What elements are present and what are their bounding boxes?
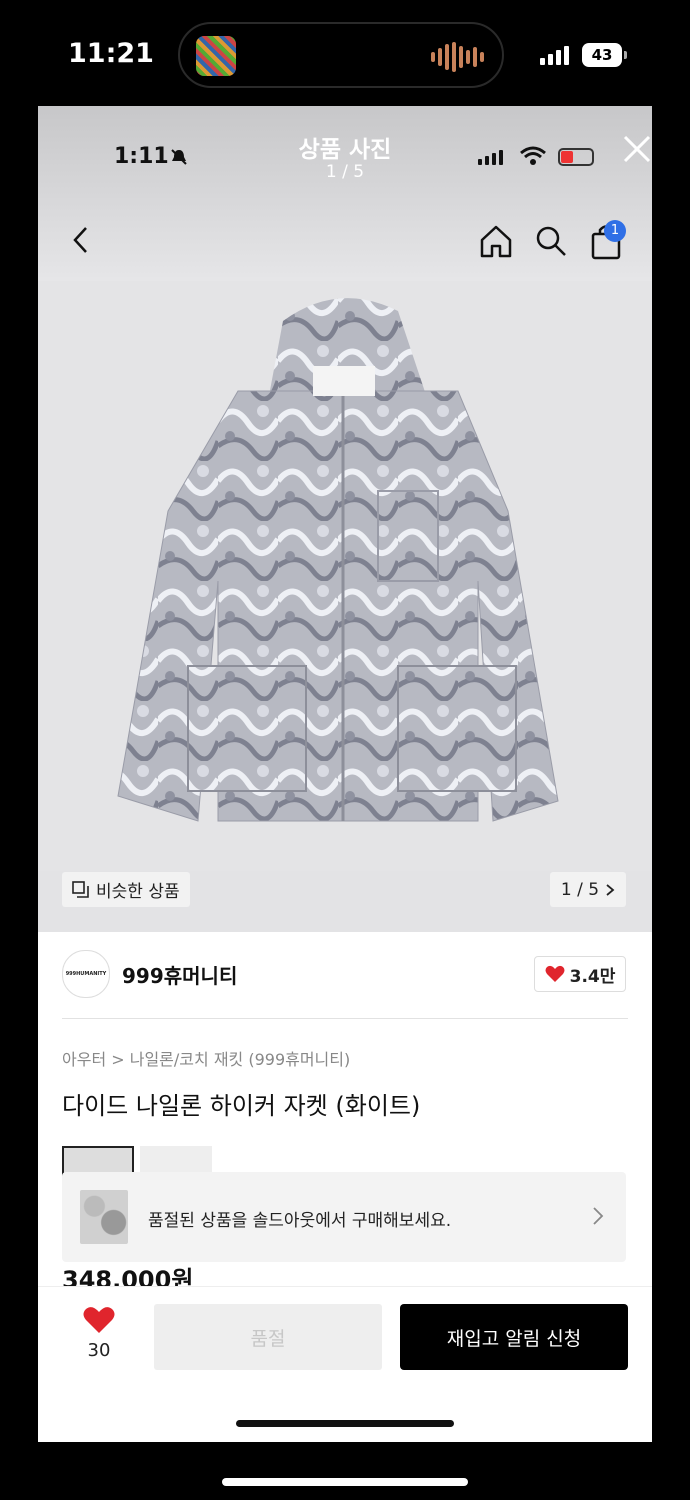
viewer-title: 상품 사진 (298, 137, 392, 163)
divider (62, 1018, 628, 1019)
search-icon[interactable] (534, 224, 568, 258)
gallery-pager-button[interactable]: 1 / 5 (550, 872, 626, 907)
soldout-button[interactable]: 품절 (154, 1304, 382, 1370)
soldout-promo-banner[interactable]: 품절된 상품을 솔드아웃에서 구매해보세요. (62, 1172, 626, 1262)
app-screenshot: 1:11 상품 사진 1 / 5 1 비슷한 상품 1 / 5 999HUMAN… (38, 106, 652, 1442)
banner-product-thumb (80, 1190, 128, 1244)
viewer-counter: 1 / 5 (325, 162, 365, 182)
heart-icon (545, 965, 565, 982)
jacket-image (117, 298, 559, 822)
heart-filled-icon (83, 1307, 115, 1333)
wishlist-button[interactable]: 30 (78, 1306, 120, 1361)
device-clock: 11:21 (68, 38, 154, 69)
device-battery-icon: 43 (582, 43, 627, 67)
similar-products-label: 비슷한 상품 (96, 882, 180, 902)
brand-link[interactable]: 999HUMANITY 999휴머니티 (62, 950, 237, 998)
back-icon[interactable] (70, 224, 92, 256)
home-icon[interactable] (478, 224, 514, 258)
cart-count-badge: 1 (604, 220, 626, 242)
product-image[interactable] (38, 281, 652, 871)
restock-alert-button[interactable]: 재입고 알림 신청 (400, 1304, 628, 1370)
inner-home-indicator (236, 1420, 454, 1427)
chevron-right-icon (606, 883, 615, 896)
brand-like-button[interactable]: 3.4만 (534, 956, 626, 992)
product-title: 다이드 나일론 하이커 자켓 (화이트) (62, 1092, 421, 1120)
brand-logo: 999HUMANITY (62, 950, 110, 998)
soldout-promo-text: 품절된 상품을 솔드아웃에서 구매해보세요. (148, 1211, 452, 1231)
audio-waveform-icon (431, 42, 484, 72)
wishlist-count: 30 (87, 1340, 111, 1361)
device-signal-icon (540, 46, 569, 65)
chevron-right-icon (593, 1207, 604, 1225)
brand-name: 999휴머니티 (122, 963, 238, 988)
gallery-pager-label: 1 / 5 (560, 879, 600, 900)
close-icon[interactable] (622, 134, 652, 164)
similar-products-button[interactable]: 비슷한 상품 (62, 872, 190, 907)
brand-like-count: 3.4만 (569, 966, 616, 987)
device-home-indicator[interactable] (222, 1478, 468, 1486)
now-playing-artwork (196, 36, 236, 76)
category-breadcrumb[interactable]: 아우터 > 나일론/코치 재킷 (999휴머니티) (62, 1046, 350, 1070)
similar-icon (72, 880, 89, 898)
dynamic-island[interactable] (178, 22, 504, 88)
